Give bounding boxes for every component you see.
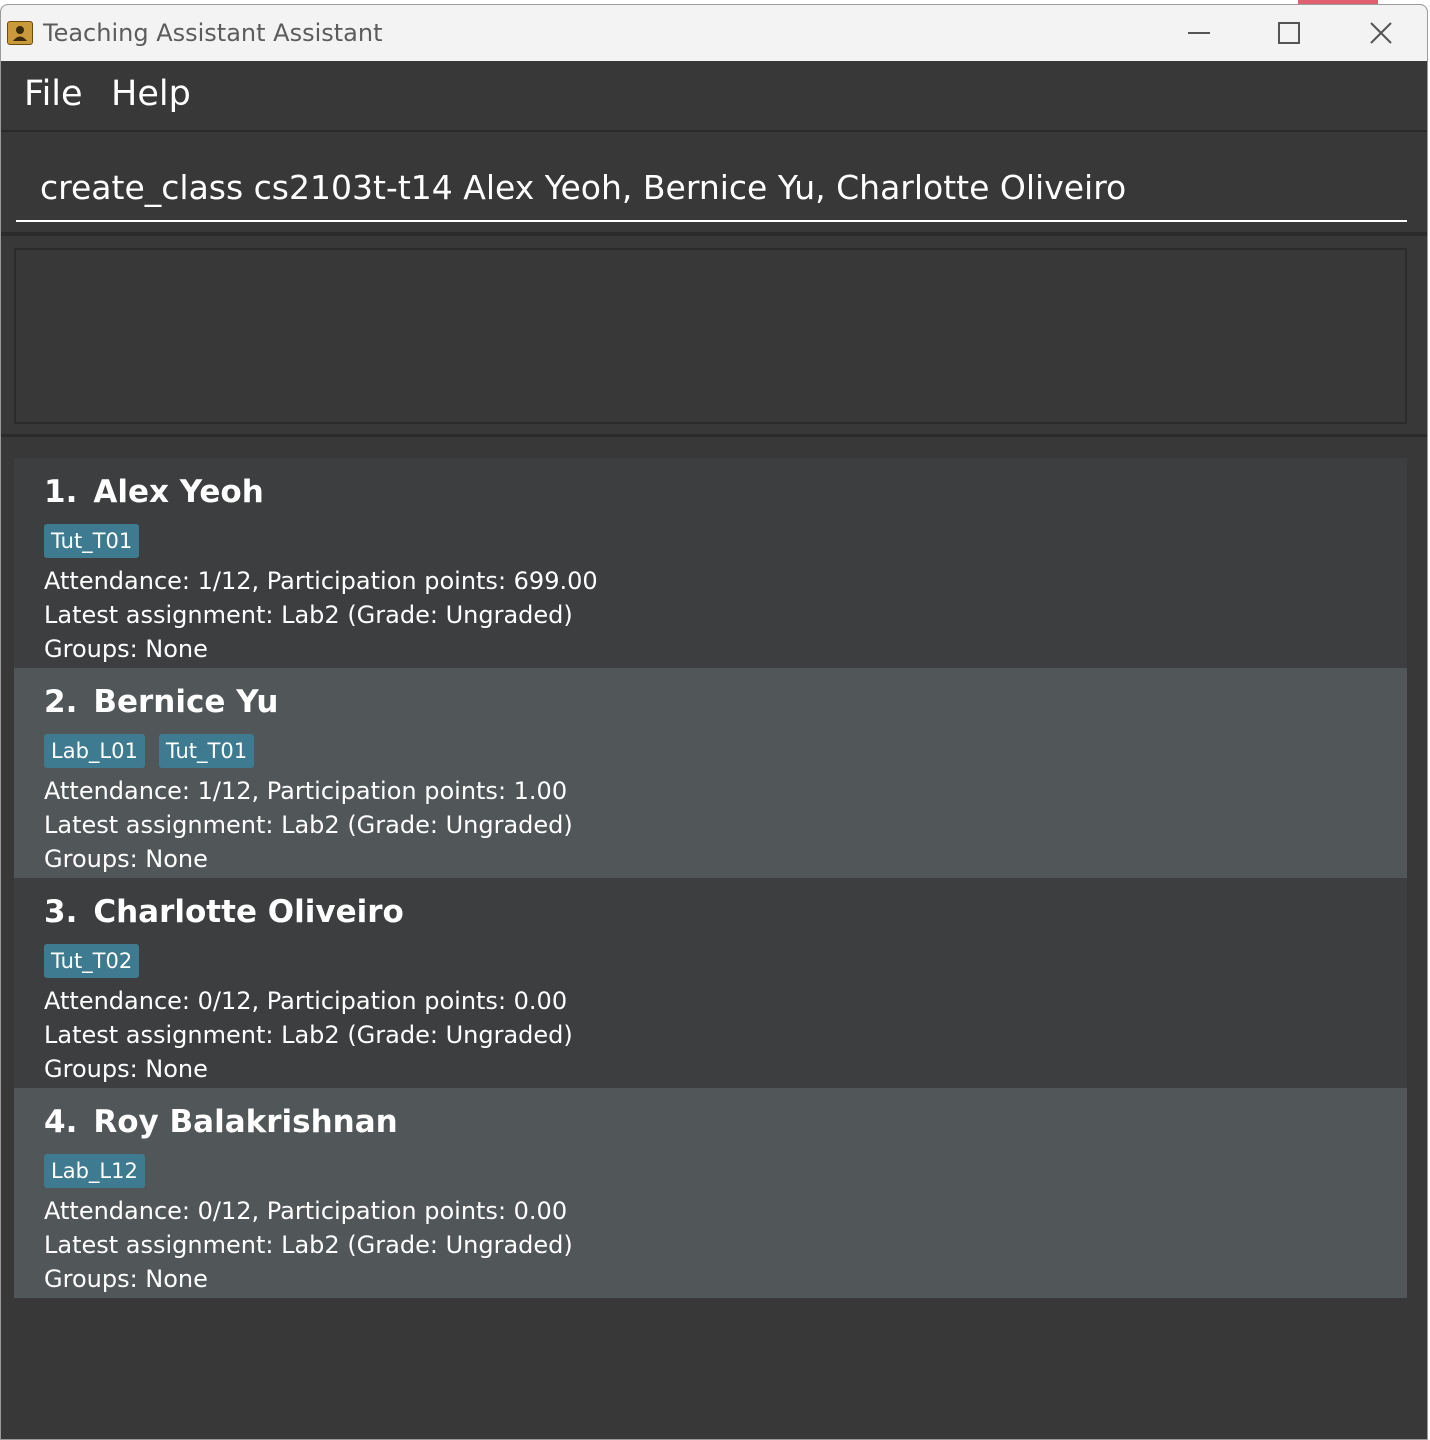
address-book-icon <box>7 21 33 45</box>
assignment-text: Latest assignment: Lab2 (Grade: Ungraded… <box>44 601 573 629</box>
card-header: 1. Alex Yeoh <box>44 474 1407 520</box>
tag: Tut_T02 <box>44 944 140 978</box>
attendance-text: Attendance: 0/12, Participation points: … <box>44 987 568 1015</box>
person-name: Roy Balakrishnan <box>93 1104 398 1140</box>
tag: Tut_T01 <box>158 734 255 768</box>
attendance-text: Attendance: 1/12, Participation points: … <box>44 777 568 805</box>
minimize-button[interactable] <box>1153 5 1245 61</box>
person-name: Charlotte Oliveiro <box>93 894 404 930</box>
assignment-text: Latest assignment: Lab2 (Grade: Ungraded… <box>44 1231 573 1259</box>
result-display[interactable] <box>14 248 1407 424</box>
person-list-panel: 1. Alex Yeoh Tut_T01 Attendance: 1/12, P… <box>1 437 1427 1439</box>
app-window: Teaching Assistant Assistant File Help c… <box>0 4 1428 1440</box>
result-area <box>1 236 1427 437</box>
person-name: Alex Yeoh <box>93 474 264 510</box>
attendance-text: Attendance: 0/12, Participation points: … <box>44 1197 568 1225</box>
person-card[interactable]: 4. Roy Balakrishnan Lab_L12 Attendance: … <box>14 1088 1407 1298</box>
tag: Tut_T01 <box>44 524 140 558</box>
menu-file[interactable]: File <box>24 74 83 114</box>
person-index: 3. <box>44 894 78 930</box>
card-header: 2. Bernice Yu <box>44 684 1407 730</box>
person-name: Bernice Yu <box>93 684 279 720</box>
maximize-button[interactable] <box>1243 5 1335 61</box>
person-card[interactable]: 3. Charlotte Oliveiro Tut_T02 Attendance… <box>14 878 1407 1088</box>
tag: Lab_L01 <box>44 734 145 768</box>
command-area <box>1 132 1427 236</box>
person-index: 1. <box>44 474 78 510</box>
person-index: 2. <box>44 684 78 720</box>
assignment-text: Latest assignment: Lab2 (Grade: Ungraded… <box>44 811 573 839</box>
tag-list: Tut_T01 <box>44 524 1407 564</box>
minimize-icon <box>1188 32 1210 34</box>
window-title: Teaching Assistant Assistant <box>43 19 383 47</box>
tag-list: Lab_L01 Tut_T01 <box>44 734 1407 774</box>
command-input[interactable] <box>16 154 1407 222</box>
close-button[interactable] <box>1335 5 1427 61</box>
person-card[interactable]: 2. Bernice Yu Lab_L01 Tut_T01 Attendance… <box>14 668 1407 878</box>
card-header: 3. Charlotte Oliveiro <box>44 894 1407 940</box>
tag-list: Tut_T02 <box>44 944 1407 984</box>
attendance-text: Attendance: 1/12, Participation points: … <box>44 567 598 595</box>
assignment-text: Latest assignment: Lab2 (Grade: Ungraded… <box>44 1021 573 1049</box>
tag: Lab_L12 <box>44 1154 145 1188</box>
card-header: 4. Roy Balakrishnan <box>44 1104 1407 1150</box>
person-list[interactable]: 1. Alex Yeoh Tut_T01 Attendance: 1/12, P… <box>14 458 1407 1298</box>
menu-help[interactable]: Help <box>111 74 191 114</box>
groups-text: Groups: None <box>44 1265 208 1293</box>
tag-list: Lab_L12 <box>44 1154 1407 1194</box>
groups-text: Groups: None <box>44 635 208 663</box>
title-bar[interactable]: Teaching Assistant Assistant <box>1 5 1427 61</box>
groups-text: Groups: None <box>44 1055 208 1083</box>
person-card[interactable]: 1. Alex Yeoh Tut_T01 Attendance: 1/12, P… <box>14 458 1407 668</box>
groups-text: Groups: None <box>44 845 208 873</box>
person-index: 4. <box>44 1104 78 1140</box>
menu-bar: File Help <box>1 61 1427 132</box>
close-icon <box>1370 22 1392 44</box>
maximize-icon <box>1278 22 1300 44</box>
